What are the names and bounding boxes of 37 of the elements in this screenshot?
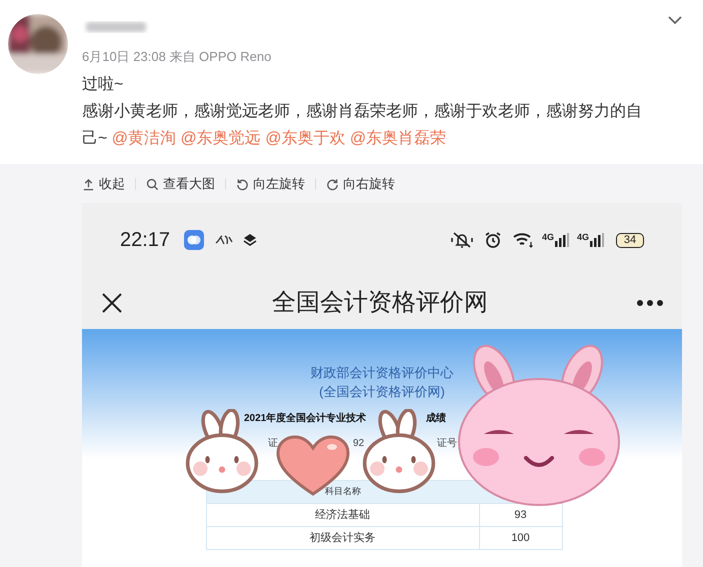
signal-icon [590,233,604,247]
text-fragment: 证 [268,437,278,451]
action-button[interactable]: 向左旋转 [236,174,305,194]
table-cell-text: 100 [510,530,531,546]
action-button[interactable]: 向右旋转 [326,174,395,194]
phone-time: 22:17 [120,228,170,253]
chevron-down-icon[interactable] [667,14,683,26]
chat-app-icon [184,230,204,250]
web-subtitle: 2021年度全国会计专业技术 [244,411,366,426]
post-text: 感谢小黄老师，感谢觉远老师，感谢肖磊荣老师，感谢于欢老师，感谢努力的自己~ @黄洁洵 @东奥觉远 @东奥于欢 @东奥肖磊荣 [82,102,643,149]
text-fragment: 92 [353,437,364,451]
wifi-icon [512,231,534,249]
rotate-left-icon [236,178,249,190]
page-title: 全国会计资格评价网 [271,288,489,318]
rotate-right-icon [326,178,339,190]
table-cell: 初级会计实务 [206,527,480,549]
close-icon[interactable] [100,291,124,315]
web-heading: 财政部会计资格评价中心 [310,364,454,382]
upload-icon [82,178,95,190]
alarm-icon [484,231,502,249]
action-button[interactable]: 收起 [82,174,125,194]
more-icon[interactable] [636,299,664,307]
signal-icon [554,233,569,247]
table-header: 科目名称 [324,485,362,498]
network-label: 4G [576,233,589,242]
mute-icon [450,231,474,249]
layers-icon [242,232,258,248]
action-button[interactable]: 查看大图 [146,174,215,194]
search-icon [146,178,159,190]
web-heading: (全国会计资格评价网) [319,383,445,401]
post-meta: 6月10日 23:08 来自 OPPO Reno [82,49,272,65]
text-fragment: 证号 [437,437,457,451]
network-label: 4G [542,233,554,242]
post-title: 过啦~ [82,74,124,95]
web-subtitle: 成绩 [426,412,446,426]
battery-indicator: 34 [616,232,644,248]
table-cell-text: 93 [513,508,528,523]
